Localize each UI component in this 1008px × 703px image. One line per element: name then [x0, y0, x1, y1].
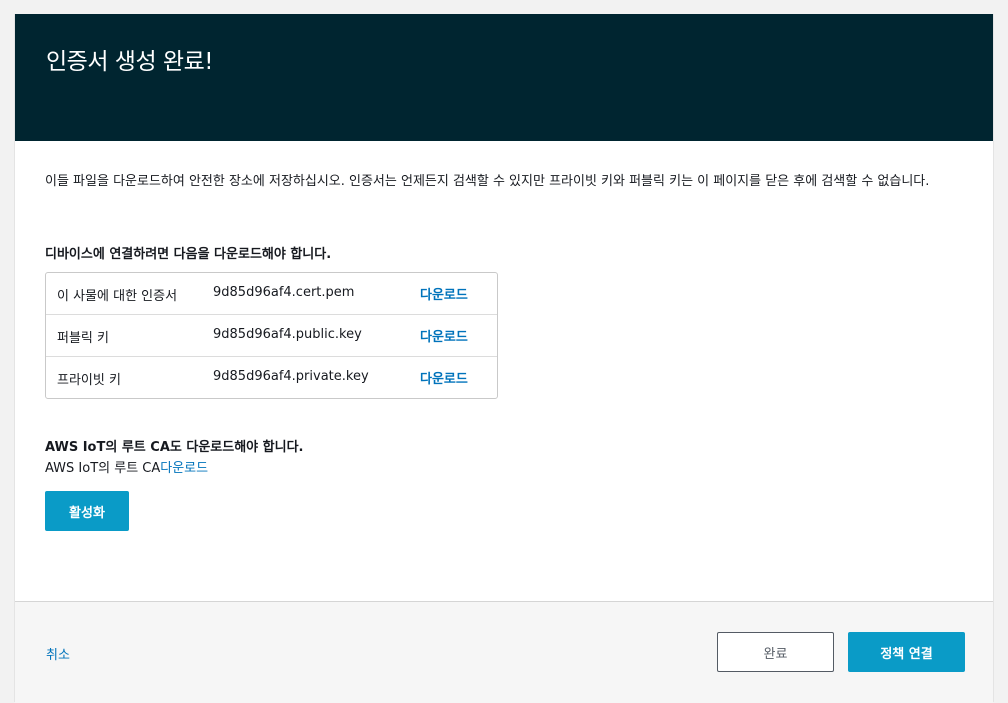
file-name: 9d85d96af4.public.key — [213, 327, 362, 342]
download-root-ca-link[interactable]: 다운로드 — [160, 461, 208, 476]
page-title: 인증서 생성 완료! — [46, 49, 213, 75]
root-ca-line: AWS IoT의 루트 CA다운로드 — [45, 457, 208, 476]
file-label: 프라이빗 키 — [57, 373, 121, 388]
file-name: 9d85d96af4.cert.pem — [213, 285, 355, 300]
footer-bar: 취소 완료 정책 연결 — [15, 601, 993, 703]
download-files-table: 이 사물에 대한 인증서 9d85d96af4.cert.pem 다운로드 퍼블… — [45, 272, 498, 399]
page-header: 인증서 생성 완료! — [15, 14, 993, 141]
download-certificate-link[interactable]: 다운로드 — [420, 284, 468, 303]
file-row-certificate: 이 사물에 대한 인증서 9d85d96af4.cert.pem 다운로드 — [46, 273, 497, 315]
attach-policy-button[interactable]: 정책 연결 — [848, 632, 965, 672]
file-row-public-key: 퍼블릭 키 9d85d96af4.public.key 다운로드 — [46, 315, 497, 357]
download-private-key-link[interactable]: 다운로드 — [420, 368, 468, 387]
cancel-link[interactable]: 취소 — [46, 644, 70, 663]
file-label: 퍼블릭 키 — [57, 331, 109, 346]
download-public-key-link[interactable]: 다운로드 — [420, 326, 468, 345]
file-row-private-key: 프라이빗 키 9d85d96af4.private.key 다운로드 — [46, 357, 497, 398]
file-label: 이 사물에 대한 인증서 — [57, 289, 178, 304]
intro-text: 이들 파일을 다운로드하여 안전한 장소에 저장하십시오. 인증서는 언제든지 … — [45, 174, 930, 189]
file-name: 9d85d96af4.private.key — [213, 369, 369, 384]
activate-button[interactable]: 활성화 — [45, 491, 129, 531]
device-download-heading: 디바이스에 연결하려면 다음을 다운로드해야 합니다. — [45, 247, 332, 262]
done-button[interactable]: 완료 — [717, 632, 834, 672]
root-ca-heading: AWS IoT의 루트 CA도 다운로드해야 합니다. — [45, 440, 304, 455]
certificate-created-panel: 인증서 생성 완료! 이들 파일을 다운로드하여 안전한 장소에 저장하십시오.… — [14, 14, 994, 703]
root-ca-label: AWS IoT의 루트 CA — [45, 461, 161, 476]
